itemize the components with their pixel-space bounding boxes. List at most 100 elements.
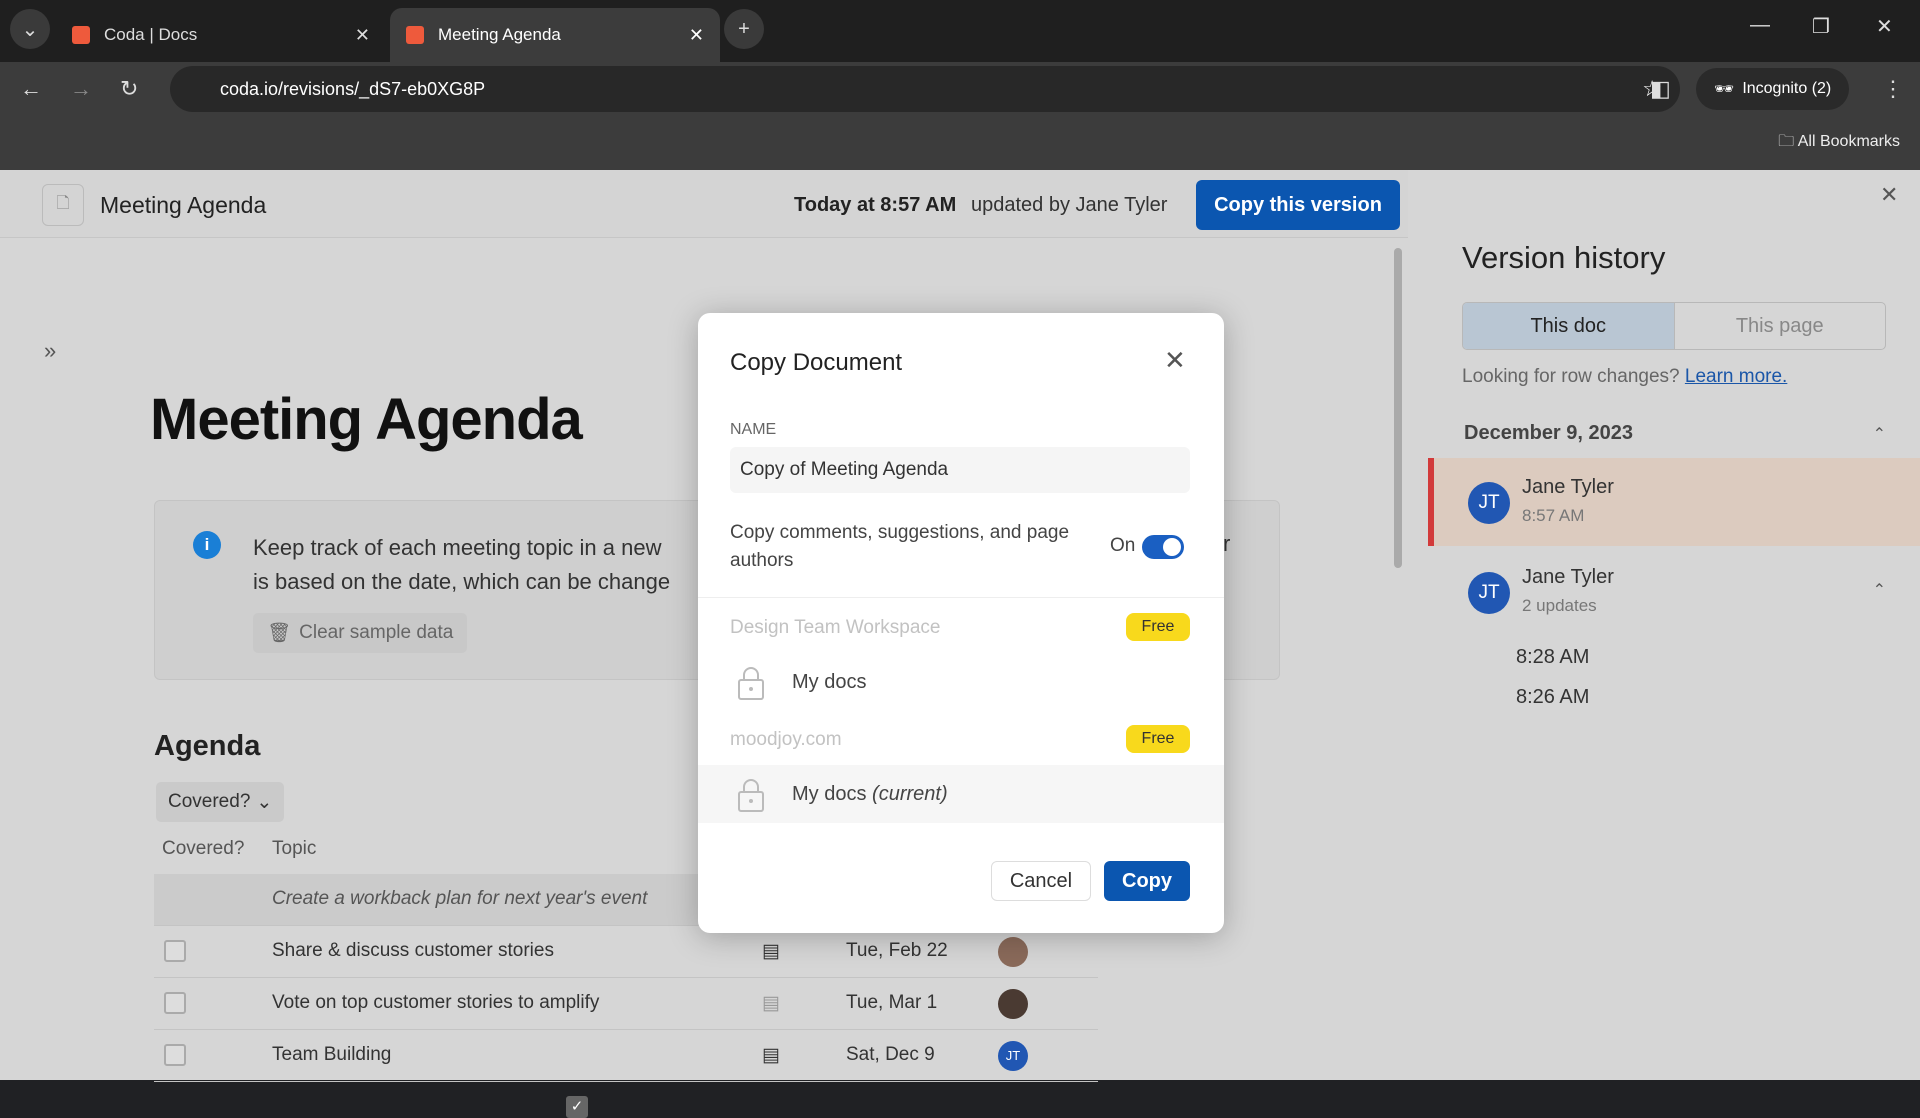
clear-sample-data-button[interactable]: 🗑 Clear sample data: [253, 613, 468, 653]
new-tab-icon[interactable]: +: [724, 9, 764, 49]
chevron-up-icon[interactable]: ⌃: [1873, 424, 1886, 444]
tab-label: Coda | Docs: [104, 25, 198, 44]
toggle-state: On: [1110, 535, 1136, 556]
topic-cell: Create a workback plan for next year's e…: [272, 888, 648, 909]
workspace-name: moodjoy.com: [730, 729, 842, 750]
version-item[interactable]: JT Jane Tyler 2 updates: [1434, 548, 1920, 636]
dialog-title: Copy Document: [730, 349, 903, 376]
column-header: Topic: [272, 838, 317, 859]
copy-button[interactable]: Copy: [1104, 861, 1190, 901]
topic-cell: Team Building: [272, 1044, 392, 1065]
close-tab-icon[interactable]: ✕: [355, 25, 370, 46]
tab-label: Meeting Agenda: [438, 25, 561, 44]
version-item-selected[interactable]: JT Jane Tyler 8:57 AM: [1428, 458, 1920, 546]
tab-coda-docs[interactable]: Coda | Docs ✕: [56, 8, 386, 62]
table-row[interactable]: Vote on top customer stories to amplify ▤…: [154, 978, 1098, 1030]
tab-this-page[interactable]: This page: [1675, 303, 1886, 349]
incognito-button[interactable]: 🕶 Incognito (2): [1696, 68, 1850, 110]
destination-label: My docs: [792, 671, 867, 693]
doc-header: 🗋 Meeting Agenda Today at 8:57 AM update…: [0, 170, 1408, 238]
filter-label: Covered?: [168, 791, 251, 812]
back-icon[interactable]: ←: [20, 76, 42, 102]
chevron-up-icon[interactable]: ⌃: [1873, 580, 1886, 600]
avatar: JT: [1468, 572, 1510, 614]
name-input[interactable]: [730, 447, 1190, 493]
checkbox[interactable]: ✓: [566, 1096, 588, 1118]
close-tab-icon[interactable]: ✕: [689, 25, 704, 46]
topic-cell: Share & discuss customer stories: [272, 940, 554, 961]
close-panel-icon[interactable]: ✕: [1880, 182, 1898, 208]
avatar: [998, 937, 1028, 967]
checkbox[interactable]: [164, 992, 186, 1014]
tab-search-chevron-icon[interactable]: ⌄: [10, 9, 50, 49]
date-cell: Tue, Mar 1: [846, 992, 938, 1013]
checkbox[interactable]: [164, 940, 186, 962]
restore-icon[interactable]: ❐: [1812, 14, 1830, 39]
scrollbar[interactable]: [1394, 248, 1402, 568]
coda-favicon-icon: [406, 26, 424, 44]
date-cell: Tue, Feb 22: [846, 940, 948, 961]
copy-this-version-button[interactable]: Copy this version: [1196, 180, 1400, 230]
url-bar[interactable]: coda.io/revisions/_dS7-eb0XG8P ☆: [170, 66, 1680, 112]
tab-meeting-agenda[interactable]: Meeting Agenda ✕: [390, 8, 720, 62]
copy-document-dialog: Copy Document ✕ NAME Copy comments, sugg…: [698, 313, 1224, 933]
sub-version[interactable]: 8:26 AM: [1516, 686, 1589, 709]
reload-icon[interactable]: ↻: [120, 76, 138, 102]
url-text: coda.io/revisions/_dS7-eb0XG8P: [220, 78, 486, 99]
table-row[interactable]: Share & discuss customer stories ▤ Tue, Fe…: [154, 926, 1098, 978]
notes-icon[interactable]: ▤: [762, 940, 780, 963]
doc-header-title: Meeting Agenda: [100, 192, 267, 218]
learn-more-link[interactable]: Learn more.: [1685, 366, 1787, 387]
trash-icon: 🗑: [267, 623, 292, 644]
lock-icon: [738, 667, 764, 700]
close-icon[interactable]: ✕: [1164, 345, 1186, 376]
sub-version[interactable]: 8:28 AM: [1516, 646, 1589, 669]
revision-author: updated by Jane Tyler: [971, 194, 1168, 216]
current-marker: (current): [872, 783, 948, 805]
date-cell: Sat, Dec 9: [846, 1044, 935, 1065]
all-bookmarks[interactable]: 🗀 All Bookmarks: [1778, 130, 1900, 157]
workspace-name: Design Team Workspace: [730, 617, 941, 638]
table-row[interactable]: Team Building ▤ Sat, Dec 9 JT: [154, 1030, 1098, 1082]
copy-comments-toggle[interactable]: [1142, 535, 1184, 559]
destination-label: My docs: [792, 783, 867, 805]
plan-badge: Free: [1126, 613, 1190, 641]
panel-title: Version history: [1462, 240, 1666, 275]
column-header: Covered?: [162, 838, 245, 859]
version-time: 8:57 AM: [1522, 506, 1585, 525]
name-label: NAME: [730, 421, 777, 438]
minimize-icon[interactable]: —: [1750, 14, 1770, 37]
window-close-icon[interactable]: ✕: [1876, 14, 1893, 39]
avatar: JT: [998, 1041, 1028, 1071]
clear-label: Clear sample data: [299, 622, 454, 643]
destination-my-docs-current[interactable]: My docs (current): [698, 765, 1224, 823]
version-author: Jane Tyler: [1522, 476, 1614, 498]
covered-filter[interactable]: Covered? ⌄: [156, 782, 285, 822]
bookmarks-label: All Bookmarks: [1797, 133, 1900, 150]
date-group: December 9, 2023: [1464, 422, 1634, 444]
topic-cell: Vote on top customer stories to amplify: [272, 992, 600, 1013]
forward-icon[interactable]: →: [70, 76, 92, 102]
tab-this-doc[interactable]: This doc: [1463, 303, 1675, 349]
cancel-button[interactable]: Cancel: [991, 861, 1091, 901]
avatar: JT: [1468, 482, 1510, 524]
checkbox[interactable]: [164, 1044, 186, 1066]
destination-my-docs[interactable]: My docs: [698, 653, 1224, 711]
row-changes-hint: Looking for row changes? Learn more.: [1462, 366, 1787, 388]
revision-time: Today at 8:57 AM: [794, 194, 957, 216]
menu-icon[interactable]: ⋮: [1882, 76, 1904, 102]
notes-icon[interactable]: ▤: [762, 992, 780, 1015]
section-heading: Agenda: [154, 730, 261, 762]
notes-icon[interactable]: ▤: [762, 1044, 780, 1067]
version-history-panel: Version history This doc This page Lookin…: [1408, 170, 1920, 1080]
side-panel-icon[interactable]: ◧: [1650, 76, 1671, 102]
info-icon: i: [193, 531, 221, 559]
version-author: Jane Tyler: [1522, 566, 1614, 588]
tab-bar: ⌄ Coda | Docs ✕ Meeting Agenda ✕ + — ❐ ✕: [0, 0, 1920, 62]
plan-badge: Free: [1126, 725, 1190, 753]
page-title: Meeting Agenda: [150, 387, 583, 452]
divider: [698, 597, 1224, 598]
coda-favicon-icon: [72, 26, 90, 44]
doc-icon: 🗋: [42, 184, 84, 226]
expand-sidebar-icon[interactable]: »: [44, 338, 56, 364]
